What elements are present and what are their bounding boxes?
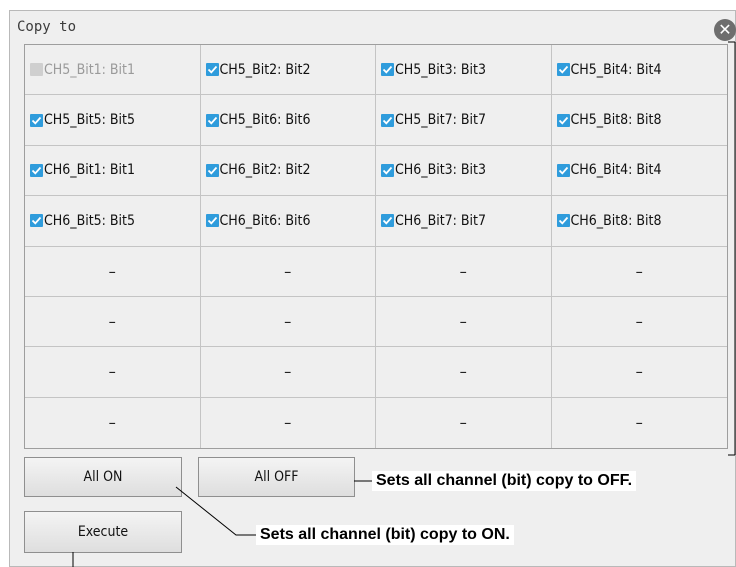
- all-off-callout: Sets all channel (bit) copy to OFF.: [372, 471, 637, 491]
- all-on-callout: Sets all channel (bit) copy to ON.: [256, 525, 514, 545]
